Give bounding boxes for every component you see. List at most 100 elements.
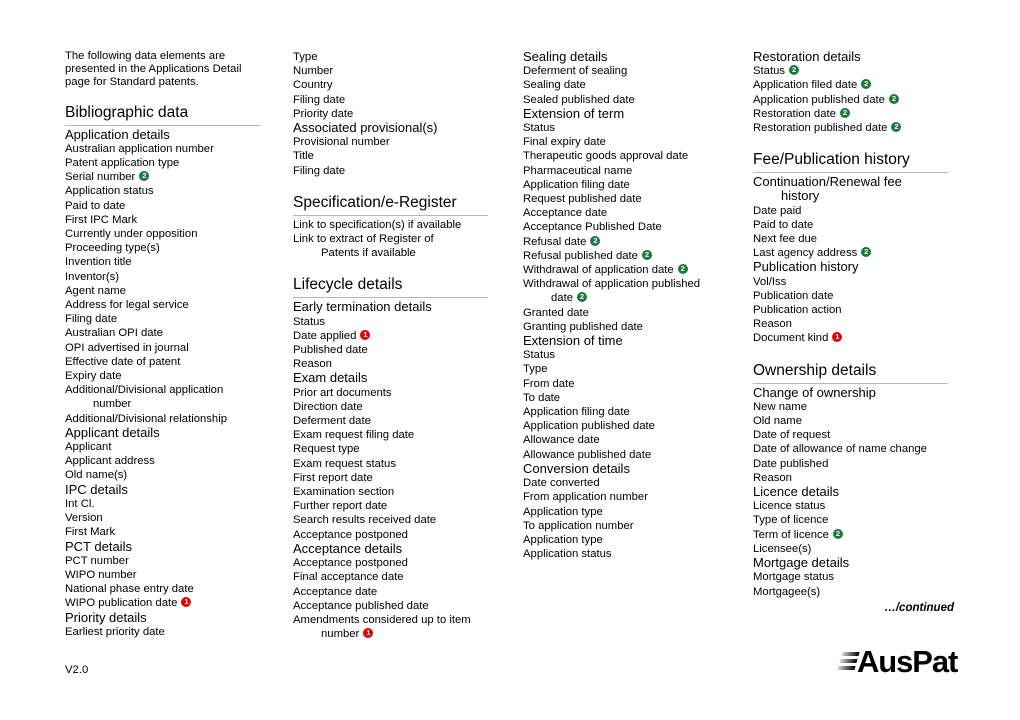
item-label: Early termination details [293,299,432,315]
data-element-item: Last agency address 2 [753,246,956,260]
data-element-item: Acceptance Published Date [523,220,749,234]
item-label: National phase entry date [65,583,194,596]
item-label: Acceptance published date [293,599,429,612]
data-element-item: Earliest priority date [65,625,289,639]
data-element-item: Direction date [293,400,519,414]
data-element-item: Amendments considered up to item number 1 [293,613,519,641]
item-label: PCT details [65,538,132,554]
data-element-item: Examination section [293,485,519,499]
footnote-marker-green: 2 [590,235,601,246]
data-element-item: Acceptance date [523,206,749,220]
item-label: Currently under opposition [65,228,198,241]
item-label: Date applied [293,329,357,342]
item-label: Sealing date [523,79,586,92]
item-label: Provisional number [293,136,390,149]
item-label: Term of licence [753,528,829,541]
data-element-item: Status [523,121,749,135]
item-label: Restoration published date [753,122,888,135]
item-label: First report date [293,471,373,484]
data-element-item: Vol/Iss [753,275,956,289]
subsection-heading: Licence details [753,484,956,499]
item-label: Filing date [65,313,118,326]
item-label: Application type [523,533,603,546]
data-element-item: First report date [293,471,519,485]
item-label: Vol/Iss [753,275,787,288]
item-label: Date converted [523,477,600,490]
data-element-item: Application filed date 2 [753,78,956,92]
footnote-marker-red: 1 [360,329,371,340]
data-element-item: Refusal published date 2 [523,249,749,263]
item-label-continuation: number [65,397,289,411]
data-element-item: First Mark [65,525,289,539]
item-label: Australian application number [65,142,214,155]
subsection-heading: Extension of time [523,333,749,348]
item-label: Agent name [65,284,126,297]
subsection-heading: Acceptance details [293,541,519,556]
item-label: Deferment date [293,415,371,428]
subsection-heading: Priority details [65,610,289,625]
version-label: V2.0 [65,664,89,676]
data-element-item: Publication date [753,289,956,303]
data-element-item: Country [293,78,519,92]
subsection-heading: Change of ownership [753,385,956,400]
column-3-blocks: Sealing details Deferment of sealing Seali… [523,49,749,561]
footnote-marker-green: 2 [891,122,902,133]
item-label-continuation: history [753,189,956,203]
column-2-blocks: Type Number Country Filing date Priority dat… [293,50,519,641]
data-element-item: From application number [523,490,749,504]
item-label: Application status [65,185,154,198]
data-element-item: Application published date 2 [753,93,956,107]
column-3: Sealing details Deferment of sealing Seali… [523,49,753,561]
data-element-item: Agent name [65,284,289,298]
intro-paragraph: The following data elements are presente… [65,50,242,89]
data-element-item: Final expiry date [523,135,749,149]
footnote-marker-green: 2 [641,249,652,260]
subsection-heading: Application details [65,127,289,142]
data-element-item: Sealed published date [523,93,749,107]
data-element-item: Patent application type [65,156,289,170]
data-element-item: PCT number [65,554,289,568]
data-element-item: Title [293,149,519,163]
data-element-item: New name [753,400,956,414]
data-element-item: Next fee due [753,232,956,246]
data-element-item: OPI advertised in journal [65,341,289,355]
data-element-item: Type [293,50,519,64]
item-label: Final expiry date [523,136,606,149]
data-element-item: Filing date [293,164,519,178]
data-element-item: Link to extract of Register of Patents if… [293,232,519,260]
item-label: Deferment of sealing [523,65,628,78]
data-element-item: WIPO number [65,568,289,582]
data-element-item: Mortgage status [753,570,956,584]
section-heading: Specification/e-Register [293,194,488,216]
item-label: From date [523,377,575,390]
item-label: Publication action [753,304,842,317]
item-label: Date paid [753,204,802,217]
data-element-item: Version [65,511,289,525]
subsection-heading: Continuation/Renewal fee history [753,175,956,203]
footnote-marker-red: 1 [181,597,192,608]
data-element-item: Int Cl. [65,497,289,511]
item-label: Type [293,51,318,63]
data-element-item: Type [523,362,749,376]
subsection-heading: Mortgage details [753,555,956,571]
column-1: The following data elements are presente… [65,50,293,639]
item-label-continuation: Patents if available [293,246,519,260]
data-element-item: Date paid [753,204,956,218]
data-element-item: Old name [753,414,956,428]
data-element-item: Applicant address [65,454,289,468]
item-label: Granted date [523,306,589,319]
data-element-item: Australian OPI date [65,326,289,340]
item-label: Mortgage details [753,555,850,571]
footnote-marker-red: 1 [363,628,374,639]
subsection-heading: Conversion details [523,461,749,476]
subsection-heading: PCT details [65,538,289,554]
footnote-marker-green: 2 [789,65,800,76]
subsection-heading: Sealing details [523,49,749,64]
data-element-item: Pharmaceutical name [523,164,749,178]
column-2: Type Number Country Filing date Priority dat… [293,50,523,641]
item-label: Number [293,65,334,78]
footnote-marker-red: 1 [832,332,843,343]
item-label: Sealed published date [523,93,635,106]
data-element-item: Acceptance published date [293,599,519,613]
data-element-item: Date of request [753,428,956,442]
